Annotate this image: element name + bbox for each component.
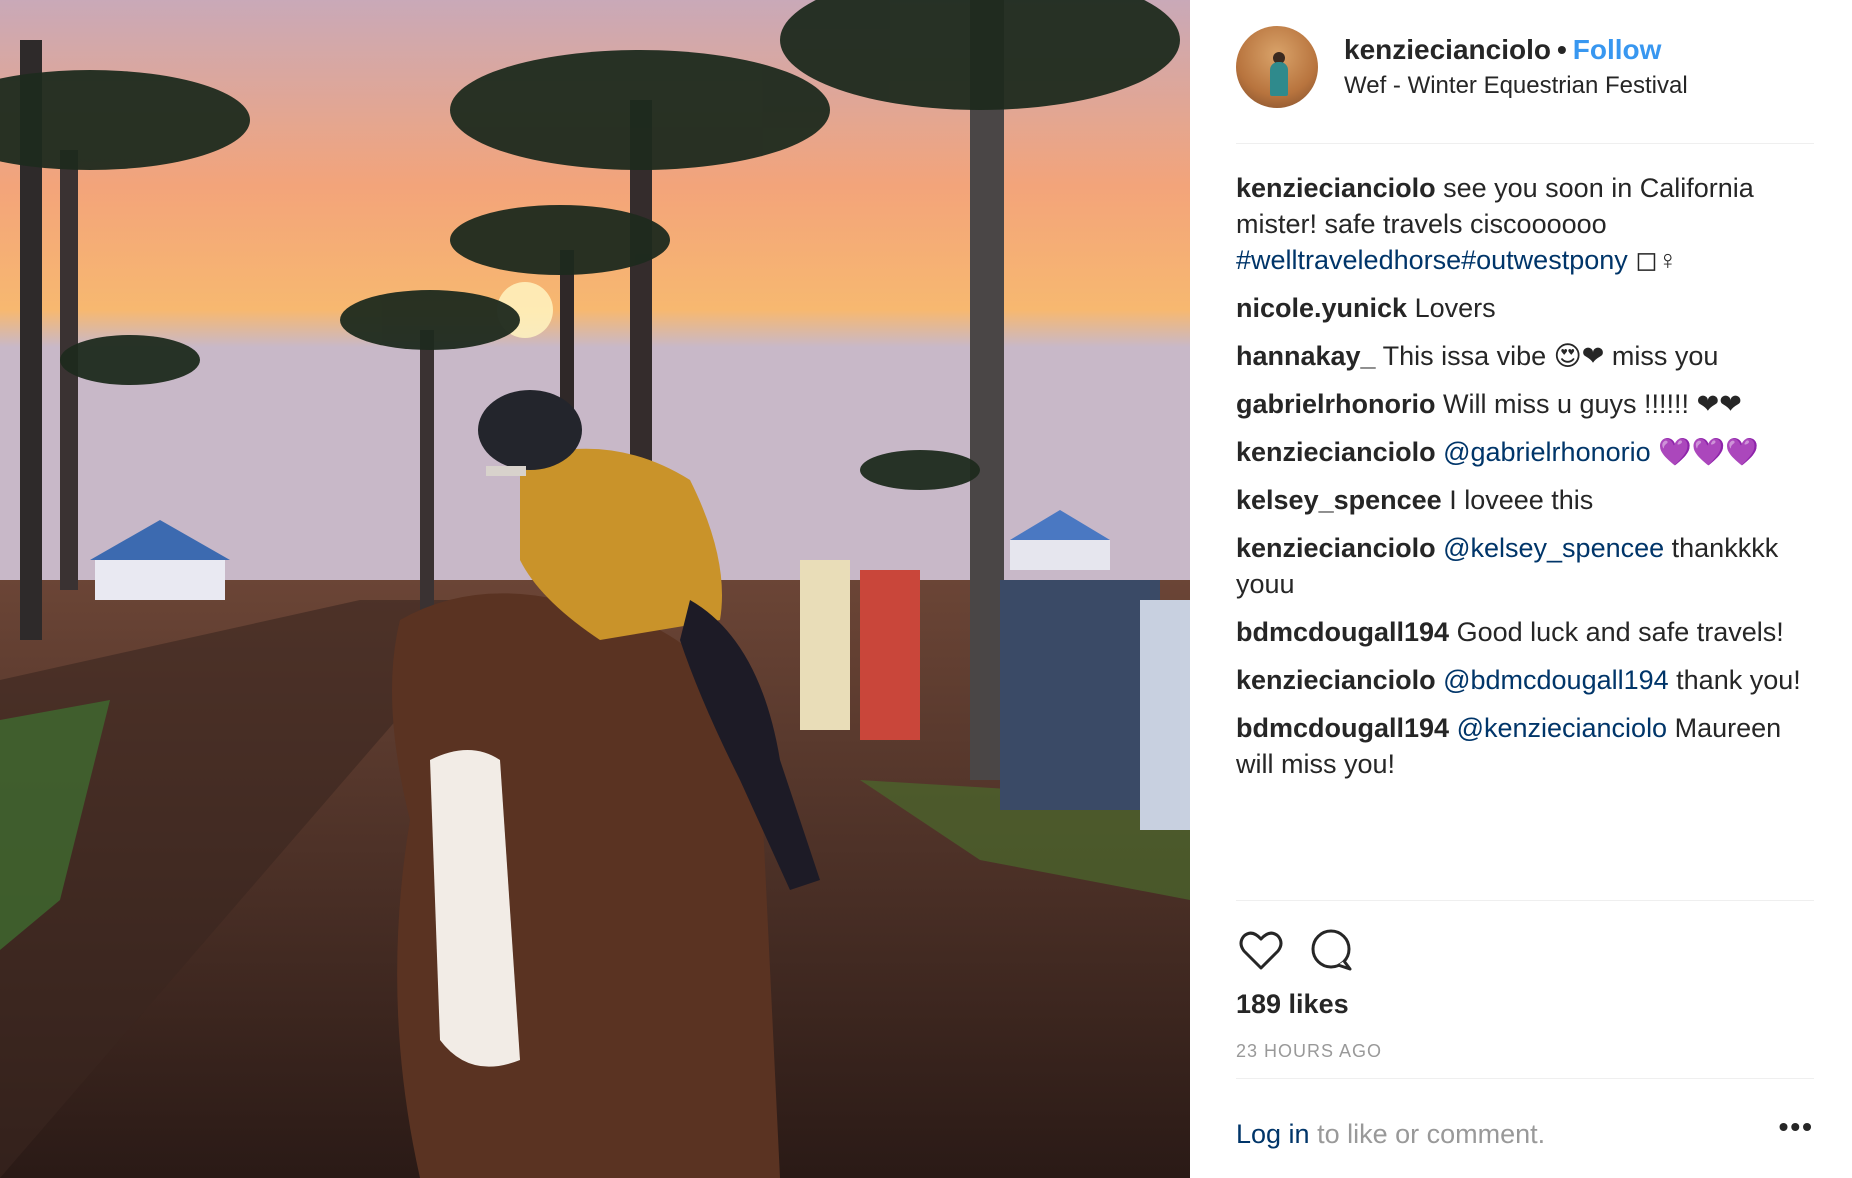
comment-text: Good luck and safe travels! [1456, 617, 1784, 647]
comment-author[interactable]: gabrielrhonorio [1236, 389, 1436, 419]
comment-mention[interactable]: @kelsey_spencee [1443, 533, 1664, 563]
login-suffix: to like or comment. [1309, 1119, 1546, 1149]
comment-item: bdmcdougall194 @kenziecianciolo Maureen … [1236, 710, 1816, 782]
post-header: kenziecianciolo • Follow Wef - Winter Eque… [1236, 24, 1814, 144]
comment-text: This issa vibe 😍❤ miss you [1382, 341, 1719, 371]
comment-item: hannakay_ This issa vibe 😍❤ miss you [1236, 338, 1816, 374]
comment-author[interactable]: hannakay_ [1236, 341, 1376, 371]
comment-author[interactable]: bdmcdougall194 [1236, 713, 1449, 743]
post-username[interactable]: kenziecianciolo [1344, 34, 1551, 65]
comment-author[interactable]: kenziecianciolo [1236, 665, 1436, 695]
comment-item: kelsey_spencee I loveee this [1236, 482, 1816, 518]
comment-item: kenziecianciolo @gabrielrhonorio 💜💜💜 [1236, 434, 1816, 470]
actions-section: 189 likes 23 HOURS AGO [1236, 900, 1814, 1078]
heart-outline-icon[interactable] [1236, 925, 1286, 975]
comment-trailing-text: 💜💜💜 [1650, 437, 1759, 467]
comment-mention[interactable]: @kenziecianciolo [1457, 713, 1668, 743]
comment-item: nicole.yunick Lovers [1236, 290, 1816, 326]
post-timestamp[interactable]: 23 HOURS AGO [1236, 1041, 1382, 1062]
comment-mention[interactable]: @gabrielrhonorio [1443, 437, 1651, 467]
comment-item: kenziecianciolo @kelsey_spencee thankkkk… [1236, 530, 1816, 602]
separator-dot: • [1556, 34, 1567, 65]
comment-author[interactable]: nicole.yunick [1236, 293, 1407, 323]
comment-trailing-text: thank you! [1668, 665, 1801, 695]
comment-item: bdmcdougall194 Good luck and safe travel… [1236, 614, 1816, 650]
more-options-button[interactable]: ••• [1779, 1111, 1814, 1143]
comment-item: gabrielrhonorio Will miss u guys !!!!!! … [1236, 386, 1816, 422]
post-side-panel: kenziecianciolo • Follow Wef - Winter Eque… [1190, 0, 1852, 1178]
comment-mention[interactable]: #welltraveledhorse#outwestpony [1236, 245, 1628, 275]
login-prompt: Log in to like or comment. [1236, 1119, 1545, 1150]
photo-scene [0, 0, 1190, 1178]
comment-item: kenziecianciolo see you soon in Californ… [1236, 170, 1816, 278]
comment-text: I loveee this [1449, 485, 1594, 515]
comment-author[interactable]: kelsey_spencee [1236, 485, 1442, 515]
comment-author[interactable]: bdmcdougall194 [1236, 617, 1449, 647]
post-image[interactable] [0, 0, 1190, 1178]
likes-count[interactable]: 189 likes [1236, 989, 1349, 1020]
comment-author[interactable]: kenziecianciolo [1236, 437, 1436, 467]
comment-text: Lovers [1414, 293, 1496, 323]
speech-bubble-icon[interactable] [1306, 925, 1356, 975]
avatar[interactable] [1236, 26, 1318, 108]
login-link[interactable]: Log in [1236, 1119, 1310, 1149]
comment-trailing-text: ◻♀ [1627, 245, 1678, 275]
username-row: kenziecianciolo • Follow [1344, 34, 1661, 66]
comments-list: kenziecianciolo see you soon in Californ… [1236, 170, 1816, 794]
post-location[interactable]: Wef - Winter Equestrian Festival [1344, 72, 1688, 100]
comment-author[interactable]: kenziecianciolo [1236, 173, 1436, 203]
comment-text: Will miss u guys !!!!!! ❤❤ [1443, 389, 1742, 419]
post-footer: Log in to like or comment. ••• [1236, 1078, 1814, 1178]
avatar-figure [1270, 62, 1288, 96]
comment-item: kenziecianciolo @bdmcdougall194 thank yo… [1236, 662, 1816, 698]
comment-author[interactable]: kenziecianciolo [1236, 533, 1436, 563]
comment-mention[interactable]: @bdmcdougall194 [1443, 665, 1669, 695]
follow-button[interactable]: Follow [1573, 34, 1662, 65]
